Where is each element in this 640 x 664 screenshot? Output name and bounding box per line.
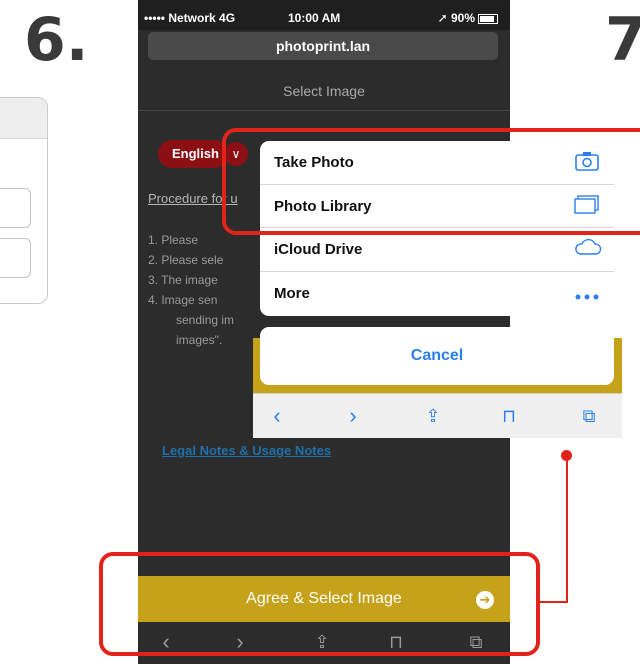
clock: 10:00 AM (288, 11, 341, 25)
cloud-icon (574, 238, 602, 262)
bookmarks-icon[interactable]: ⊓ (491, 398, 527, 434)
previous-panel-field (0, 188, 31, 228)
procedure-step: 4. Image sen (148, 293, 218, 307)
more-label: More (274, 284, 310, 302)
previous-panel-header (0, 98, 47, 139)
address-bar[interactable]: photoprint.lan (148, 32, 498, 60)
procedure-step: images". (176, 333, 223, 347)
sheet-browser-toolbar: ‹ › ⇪ ⊓ ⧉ (253, 393, 622, 438)
back-icon[interactable]: ‹ (259, 398, 295, 434)
more-option[interactable]: More (260, 272, 614, 316)
step-number-7: 7 (605, 5, 640, 75)
cancel-button[interactable]: Cancel (260, 327, 614, 385)
procedure-step: 1. Please (148, 233, 199, 247)
step-number-6: 6. (24, 5, 89, 75)
battery-label: ➚ 90% (437, 11, 475, 25)
forward-icon[interactable]: › (335, 398, 371, 434)
share-icon[interactable]: ⇪ (415, 398, 451, 434)
callout-line (566, 455, 568, 603)
status-bar: ••••• Network 4G 10:00 AM ➚ 90% (138, 0, 510, 30)
page-title: Select Image (138, 72, 510, 111)
procedure-step: 3. The image (148, 273, 218, 287)
more-dots-icon (574, 282, 600, 306)
callout-line (540, 601, 568, 603)
icloud-drive-label: iCloud Drive (274, 241, 363, 258)
tabs-icon[interactable]: ⧉ (571, 398, 607, 434)
procedure-steps: 1. Please 2. Please sele 3. The image 4.… (148, 230, 234, 350)
highlight-frame-agree-button (99, 552, 540, 656)
battery-status: ➚ 90% (438, 11, 498, 25)
carrier-label: ••••• Network 4G (144, 11, 236, 25)
highlight-frame-photo-options (222, 128, 640, 235)
language-selector[interactable]: English (158, 140, 228, 168)
previous-step-panel (0, 97, 48, 304)
procedure-step: 2. Please sele (148, 253, 224, 267)
battery-icon (478, 13, 498, 24)
legal-notes-link[interactable]: Legal Notes & Usage Notes (162, 443, 331, 458)
procedure-step: sending im (176, 313, 235, 327)
previous-panel-field (0, 238, 31, 278)
